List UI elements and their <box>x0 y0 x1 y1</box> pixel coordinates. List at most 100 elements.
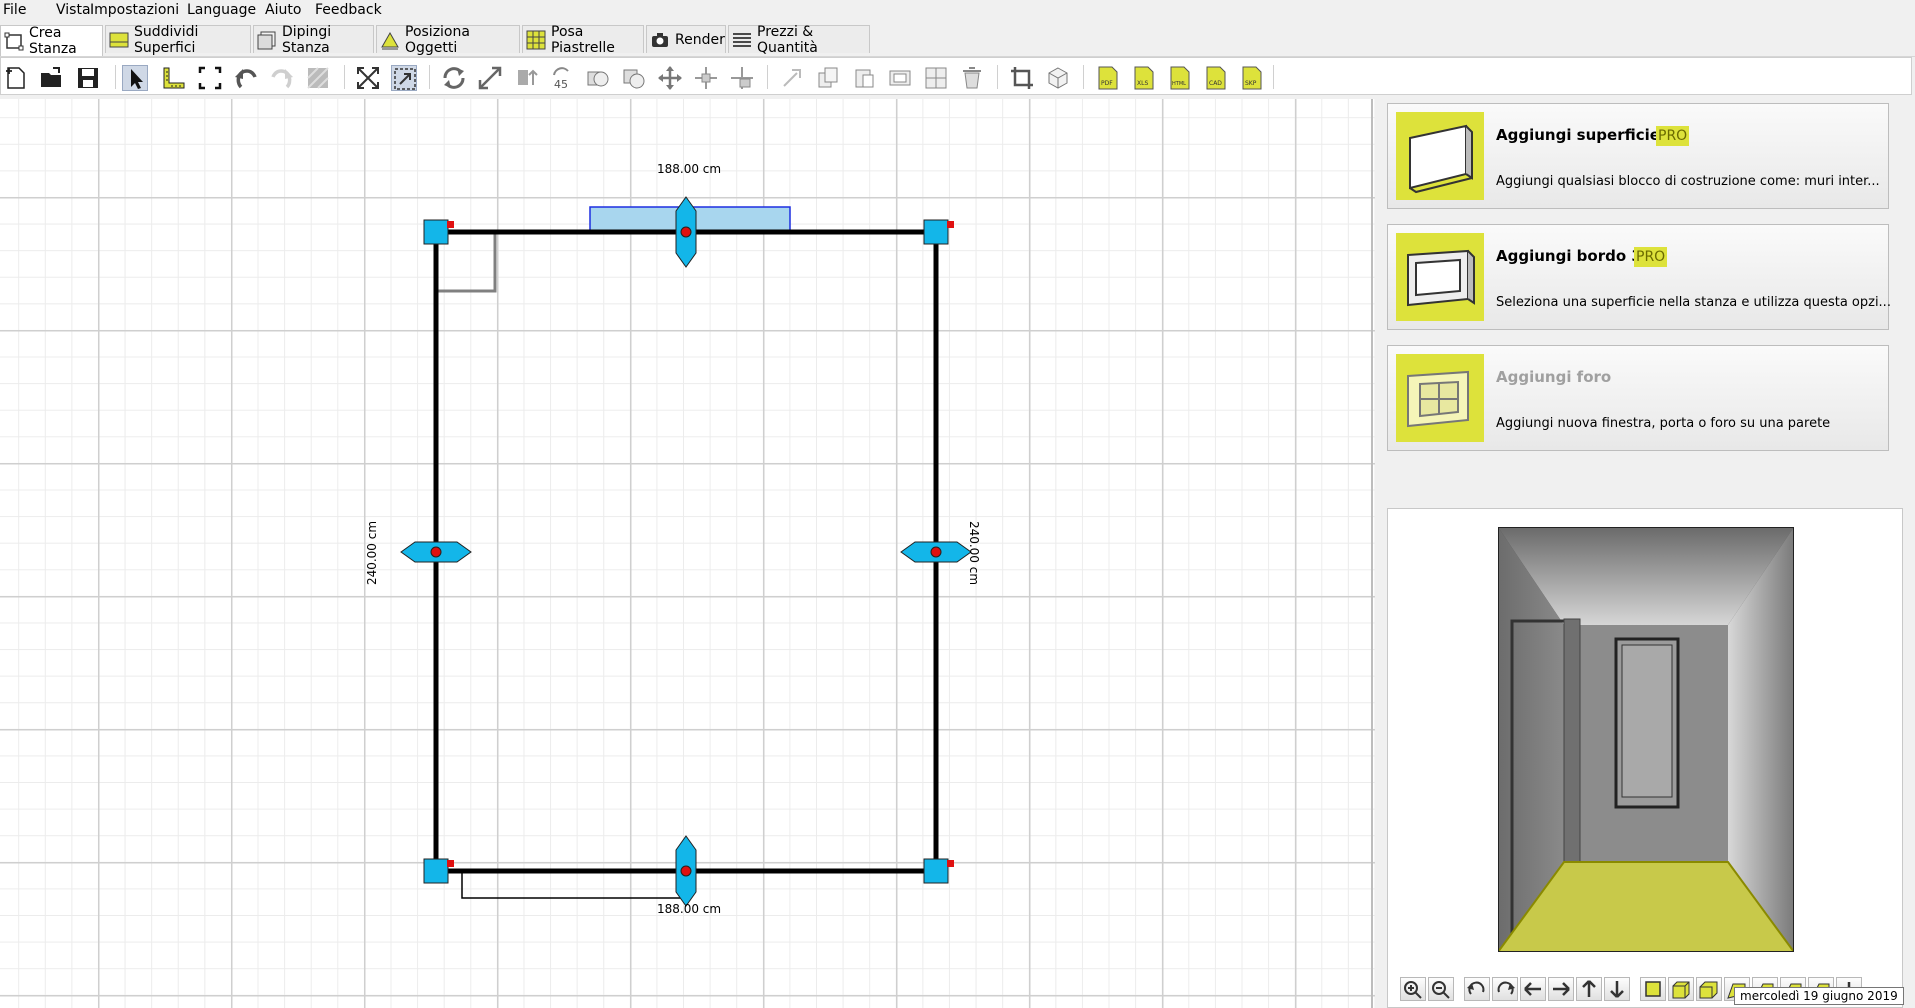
new-file-icon[interactable] <box>3 65 29 91</box>
svg-text:PDF: PDF <box>1101 80 1113 87</box>
tab-crea-stanza[interactable]: Crea Stanza <box>0 25 103 57</box>
rotate-icon[interactable] <box>441 65 467 91</box>
add-hole-card[interactable]: Aggiungi foro Aggiungi nuova finestra, p… <box>1387 345 1889 451</box>
room-3d-view[interactable] <box>1498 527 1794 952</box>
measure-ruler-icon[interactable] <box>161 65 187 91</box>
zoom-out-icon[interactable] <box>1428 977 1454 1001</box>
wall-midpoint-handle[interactable] <box>675 835 697 907</box>
html-export-icon[interactable]: HTML <box>1167 65 1193 91</box>
floor-plan-canvas[interactable]: 188.00 cm 188.00 cm 240.00 cm 240.00 cm <box>0 99 1375 1008</box>
copy-icon[interactable] <box>815 65 841 91</box>
svg-text:45: 45 <box>554 78 568 91</box>
zoom-selection-icon[interactable] <box>391 65 417 91</box>
bottom-fixture[interactable] <box>461 871 686 899</box>
add-border-3d-card[interactable]: Aggiungi bordo 3D PRO Seleziona una supe… <box>1387 224 1891 330</box>
camera-icon <box>650 30 670 50</box>
menu-file[interactable]: File <box>3 1 26 19</box>
menu-feedback[interactable]: Feedback <box>315 1 382 19</box>
room-plan <box>400 99 1373 1008</box>
move-alt-icon[interactable] <box>729 65 755 91</box>
room-walls[interactable] <box>433 229 939 874</box>
pro-badge: PRO <box>1656 126 1690 146</box>
fit-view-icon[interactable] <box>355 65 381 91</box>
move-icon[interactable] <box>657 65 683 91</box>
menu-aiuto[interactable]: Aiuto <box>265 1 301 19</box>
tab-suddividi-superfici[interactable]: Suddividi Superfici <box>105 24 251 56</box>
zoom-in-icon[interactable] <box>1400 977 1426 1001</box>
paste-icon[interactable] <box>851 65 877 91</box>
select-pointer-icon[interactable] <box>122 65 148 91</box>
pdf-export-icon[interactable]: PDF <box>1095 65 1121 91</box>
wall-midpoint-handle[interactable] <box>400 541 472 563</box>
delete-icon[interactable] <box>959 65 985 91</box>
create-room-icon <box>4 31 24 51</box>
card-title: Aggiungi foro <box>1496 368 1612 386</box>
arrow-left-icon[interactable] <box>1520 977 1546 1001</box>
box-3d-icon[interactable] <box>1045 65 1071 91</box>
tab-posiziona-oggetti[interactable]: Posiziona Oggetti <box>376 23 520 56</box>
select-area-icon[interactable] <box>197 65 223 91</box>
menu-impostazioni[interactable]: Impostazioni <box>90 1 179 19</box>
open-folder-icon[interactable] <box>39 65 65 91</box>
card-description: Aggiungi nuova finestra, porta o foro su… <box>1496 416 1831 431</box>
rotate-right-icon[interactable] <box>1492 977 1518 1001</box>
wall-midpoint-handle[interactable] <box>900 541 972 563</box>
rotate-45-icon[interactable]: 45 <box>549 65 575 91</box>
view-box-icon[interactable] <box>1668 977 1694 1001</box>
crop-icon[interactable] <box>1009 65 1035 91</box>
tab-dipingi-stanza[interactable]: Dipingi Stanza <box>253 24 374 56</box>
3d-preview-panel[interactable] <box>1387 508 1903 1008</box>
dimension-label-right: 240.00 cm <box>967 520 982 586</box>
card-description: Seleziona una superficie nella stanza e … <box>1496 295 1891 310</box>
arrow-down-icon[interactable] <box>1604 977 1630 1001</box>
cad-export-icon[interactable]: CAD <box>1203 65 1229 91</box>
view-top-icon[interactable] <box>1640 977 1666 1001</box>
svg-text:SKP: SKP <box>1245 80 1257 87</box>
date-tooltip: mercoledì 19 giugno 2019 <box>1734 987 1904 1005</box>
rotate-left-icon[interactable] <box>1464 977 1490 1001</box>
move-cross-icon[interactable] <box>693 65 719 91</box>
wall-midpoint-handle[interactable] <box>675 196 697 268</box>
clone-icon[interactable] <box>585 65 611 91</box>
resize-icon[interactable] <box>477 65 503 91</box>
menu-bar: File Vista Impostazioni Language Aiuto F… <box>0 0 1915 21</box>
right-panel: Aggiungi superficie 3D PRO Aggiungi qual… <box>1383 100 1915 1008</box>
undo-icon[interactable] <box>233 65 259 91</box>
border-3d-icon <box>1396 233 1484 321</box>
tab-render[interactable]: Render <box>646 25 726 53</box>
menu-vista[interactable]: Vista <box>56 1 91 19</box>
mode-tab-bar: Crea Stanza Suddividi Superfici Dipingi … <box>0 23 1915 57</box>
card-description: Aggiungi qualsiasi blocco di costruzione… <box>1496 174 1880 189</box>
dimension-label-left: 240.00 cm <box>365 520 380 586</box>
tab-prezzi-quantita[interactable]: Prezzi & Quantità <box>728 24 870 56</box>
paint-room-icon <box>257 30 277 50</box>
corner-handle[interactable] <box>923 219 954 245</box>
skp-export-icon[interactable]: SKP <box>1239 65 1265 91</box>
dimension-label-bottom: 188.00 cm <box>657 902 722 916</box>
add-hole-icon <box>1396 354 1484 442</box>
arrow-right-icon[interactable] <box>1548 977 1574 1001</box>
menu-language[interactable]: Language <box>187 1 256 19</box>
view-front-icon[interactable] <box>1696 977 1722 1001</box>
tab-label: Posiziona Oggetti <box>405 23 470 56</box>
arrow-up-icon[interactable] <box>1576 977 1602 1001</box>
tab-label: Render <box>675 31 725 48</box>
redo-icon[interactable] <box>269 65 295 91</box>
add-surface-3d-card[interactable]: Aggiungi superficie 3D PRO Aggiungi qual… <box>1387 103 1889 209</box>
mirror-icon[interactable] <box>513 65 539 91</box>
card-title: Aggiungi bordo 3D <box>1496 247 1655 265</box>
save-icon[interactable] <box>75 65 101 91</box>
hatch-icon[interactable] <box>305 65 331 91</box>
dimension-label-top: 188.00 cm <box>657 162 722 176</box>
corner-handle[interactable] <box>923 858 954 884</box>
tab-label: Crea Stanza <box>29 25 77 57</box>
clone-alt-icon[interactable] <box>621 65 647 91</box>
xls-export-icon[interactable]: XLS <box>1131 65 1157 91</box>
split-surface-icon <box>109 30 129 50</box>
svg-text:HTML: HTML <box>1172 81 1186 87</box>
tab-posa-piastrelle[interactable]: Posa Piastrelle <box>522 24 644 56</box>
align-icon[interactable] <box>779 65 805 91</box>
group-icon[interactable] <box>887 65 913 91</box>
grid-icon[interactable] <box>923 65 949 91</box>
surface-3d-icon <box>1396 112 1484 200</box>
